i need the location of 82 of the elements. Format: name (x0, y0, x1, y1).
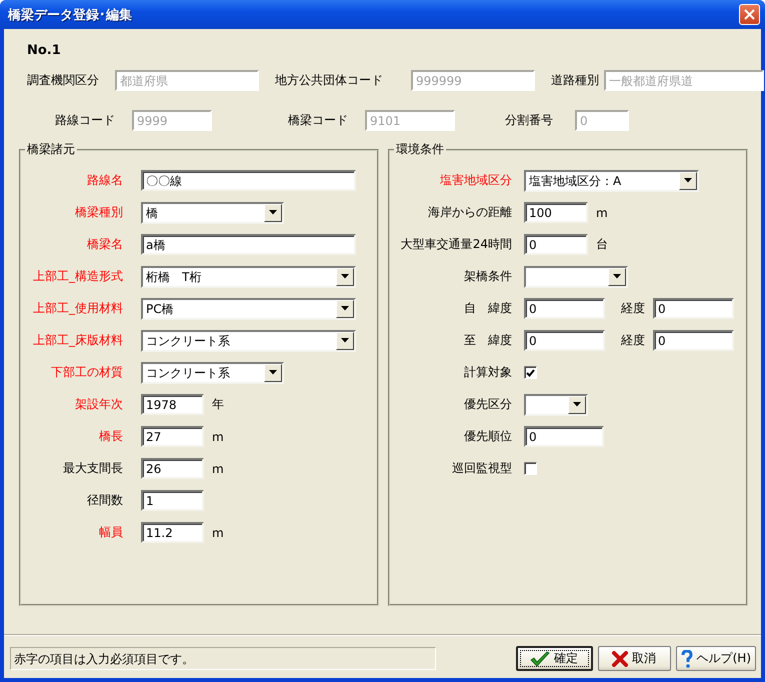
window-title: 橋梁データ登録･編集 (8, 6, 132, 24)
dropdown-arrow-icon (341, 306, 349, 311)
field-label: 自 緯度 (463, 300, 512, 317)
checkmark-icon (530, 650, 550, 666)
field-label: 上部工_使用材料 (32, 300, 123, 317)
text-field[interactable]: 0 (524, 234, 588, 255)
dropdown-arrow-icon (269, 370, 277, 375)
field-label: 幅員 (98, 524, 123, 541)
unit-label: m (212, 526, 224, 540)
dropdown[interactable]: コンクリート系 (141, 330, 356, 352)
unit-label: 年 (212, 396, 224, 413)
cancel-button[interactable]: 取消 (598, 646, 671, 671)
dropdown[interactable]: 塩害地域区分：A (524, 170, 699, 192)
text-field[interactable]: 11.2 (141, 522, 204, 543)
field-label: 橋梁名 (86, 236, 123, 253)
question-mark-icon (680, 650, 693, 668)
field-label: 径間数 (86, 492, 123, 509)
checkbox[interactable] (524, 462, 537, 475)
close-icon (744, 9, 755, 20)
text-field[interactable]: 0 (524, 330, 605, 351)
field-label: 架設年次 (74, 396, 123, 413)
dropdown-arrow-icon (613, 274, 621, 279)
dropdown[interactable] (524, 266, 628, 288)
text-field[interactable]: 0 (653, 298, 734, 319)
field-label: 優先区分 (463, 396, 512, 413)
group-title: 橋梁諸元 (26, 141, 76, 158)
field-label: 路線名 (86, 172, 123, 189)
field-label: 地方公共団体コード (275, 72, 384, 89)
field-label: 調査機関区分 (27, 72, 100, 89)
dropdown-arrow-icon (269, 210, 277, 215)
field-label: 道路種別 (551, 72, 600, 89)
dropdown-arrow-icon (341, 274, 349, 279)
field-label: 上部工_構造形式 (32, 268, 123, 285)
help-button[interactable]: ヘルプ(H) (676, 646, 756, 671)
record-number: No.1 (27, 43, 62, 58)
field-label: 最大支間長 (62, 460, 123, 477)
field-label: 路線コード (54, 112, 115, 129)
field-label: 優先順位 (463, 428, 512, 445)
dropdown-arrow-icon (684, 178, 692, 183)
dropdown[interactable]: 橋 (141, 202, 284, 224)
group-title: 環境条件 (395, 141, 445, 158)
checkmark-icon (526, 368, 535, 376)
text-field[interactable]: 1978 (141, 394, 204, 415)
checkbox[interactable] (524, 366, 537, 379)
dropdown-arrow-icon (573, 402, 581, 407)
field-label: 計算対象 (463, 364, 512, 381)
field-label: 海岸からの距離 (427, 204, 512, 221)
unit-label: m (212, 462, 224, 476)
text-field[interactable]: 〇〇線 (141, 170, 356, 191)
field-label: 上部工_床版材料 (32, 332, 123, 349)
text-field[interactable]: a橋 (141, 234, 356, 255)
field-label: 至 緯度 (463, 332, 512, 349)
dropdown[interactable]: コンクリート系 (141, 362, 284, 384)
text-field[interactable]: 100 (524, 202, 588, 223)
text-field[interactable]: 26 (141, 458, 204, 479)
field-label: 橋梁コード (287, 112, 348, 129)
close-button[interactable] (739, 4, 760, 25)
field-label: 分割番号 (505, 112, 554, 129)
text-field[interactable]: 0 (653, 330, 734, 351)
field-label: 経度 (621, 300, 645, 317)
field-label: 橋長 (98, 428, 123, 445)
text-field[interactable]: 1 (141, 490, 204, 511)
field-label: 下部工の材質 (50, 364, 123, 381)
status-message: 赤字の項目は入力必須項目です。 (10, 647, 436, 670)
unit-label: m (596, 206, 608, 220)
cross-icon (612, 650, 628, 666)
unit-label: m (212, 430, 224, 444)
dropdown-arrow-icon (341, 338, 349, 343)
field-label: 大型車交通量24時間 (400, 236, 512, 253)
text-field[interactable]: 27 (141, 426, 204, 447)
ok-button[interactable]: 確定 (516, 646, 593, 671)
field-label: 塩害地域区分 (439, 172, 512, 189)
dropdown[interactable] (524, 394, 588, 416)
field-label: 架橋条件 (463, 268, 512, 285)
field-label: 巡回監視型 (451, 460, 512, 477)
text-field[interactable]: 0 (524, 298, 605, 319)
field-label: 経度 (621, 332, 645, 349)
dropdown[interactable]: 桁橋 T桁 (141, 266, 356, 288)
text-field[interactable]: 0 (524, 426, 604, 447)
field-label: 橋梁種別 (74, 204, 123, 221)
dropdown[interactable]: PC橋 (141, 298, 356, 320)
unit-label: 台 (596, 236, 608, 253)
